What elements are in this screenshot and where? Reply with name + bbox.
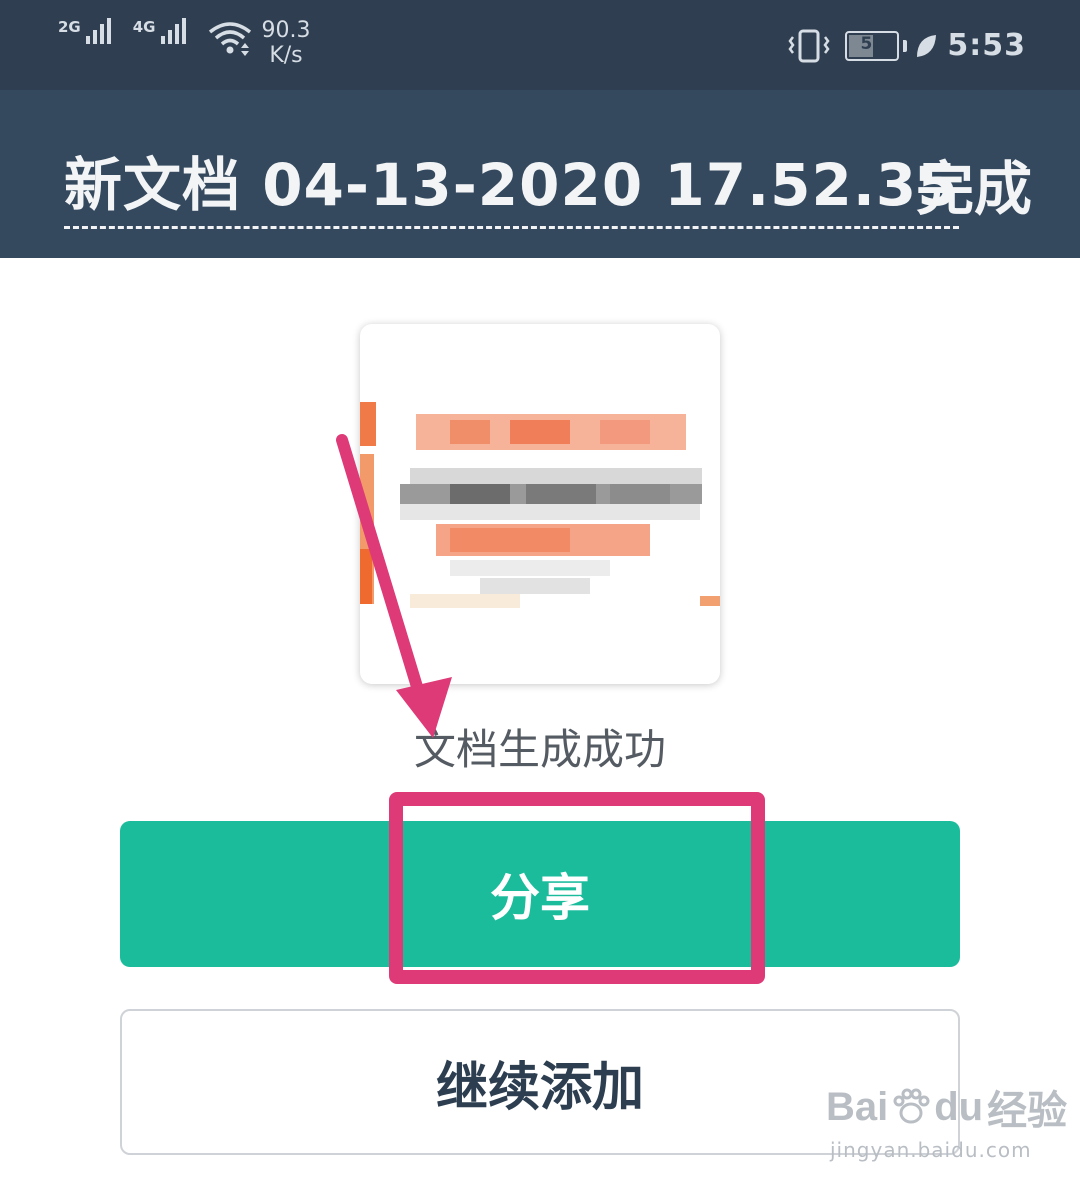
watermark: Bai du 经验 jingyan.baidu.com	[826, 1078, 1067, 1163]
watermark-brand-prefix: Bai	[826, 1084, 889, 1129]
watermark-brand-suffix: du	[934, 1084, 984, 1129]
paw-icon	[893, 1088, 930, 1124]
annotation-arrow-icon	[336, 434, 452, 738]
watermark-brand: Bai du 经验	[826, 1078, 1067, 1136]
watermark-brand-cn: 经验	[987, 1089, 1068, 1133]
watermark-url: jingyan.baidu.com	[830, 1138, 1032, 1162]
